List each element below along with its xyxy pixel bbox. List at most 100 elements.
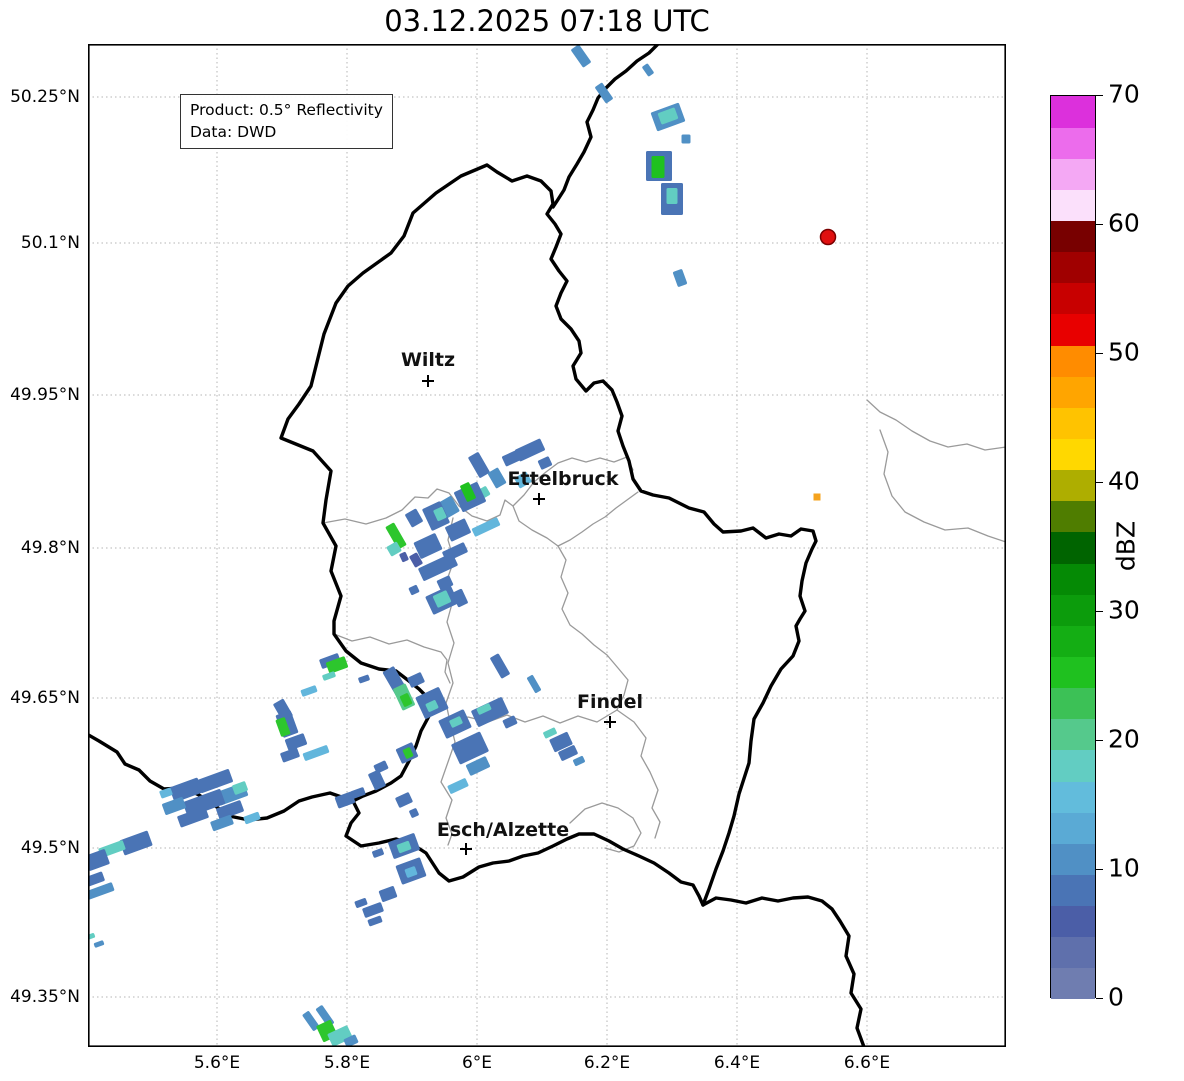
colorbar-segment bbox=[1051, 96, 1095, 128]
colorbar-tick-label: 20 bbox=[1108, 724, 1140, 754]
colorbar-tick-label: 60 bbox=[1108, 208, 1140, 238]
colorbar-segment bbox=[1051, 158, 1095, 190]
lat-tick-label: 49.65°N bbox=[10, 688, 80, 708]
city-label: Ettelbruck bbox=[508, 468, 619, 490]
radar-echo-cell bbox=[651, 156, 665, 178]
france-germany-border bbox=[701, 895, 866, 1047]
colorbar-tick-label: 40 bbox=[1108, 466, 1140, 496]
colorbar-tick-mark bbox=[1096, 95, 1103, 96]
colorbar-segment bbox=[1051, 967, 1095, 1000]
product-line: Product: 0.5° Reflectivity bbox=[190, 101, 383, 119]
colorbar-segment bbox=[1051, 563, 1095, 595]
colorbar-segment bbox=[1051, 189, 1095, 222]
radar-echo-cell bbox=[468, 452, 490, 478]
page-title: 03.12.2025 07:18 UTC bbox=[384, 4, 710, 38]
colorbar-tick-mark bbox=[1096, 353, 1103, 354]
radar-echo-cell bbox=[681, 134, 691, 144]
radar-echo-cell bbox=[399, 551, 409, 563]
city-cross-marker bbox=[460, 843, 472, 855]
city-label: Findel bbox=[577, 691, 643, 713]
radar-echo-cell bbox=[571, 44, 591, 68]
colorbar-segment bbox=[1051, 874, 1095, 907]
radar-echo-cell bbox=[378, 886, 398, 902]
graticule-layer bbox=[88, 44, 1006, 1047]
radar-echo-cell bbox=[490, 653, 510, 679]
lat-tick-label: 50.25°N bbox=[10, 87, 80, 107]
lon-tick-label: 6.6°E bbox=[843, 1053, 891, 1073]
colorbar-tick-mark bbox=[1096, 611, 1103, 612]
colorbar-tick-mark bbox=[1096, 740, 1103, 741]
colorbar-segment bbox=[1051, 656, 1095, 689]
colorbar-segment bbox=[1051, 812, 1095, 844]
colorbar-segment bbox=[1051, 220, 1095, 253]
lon-tick-label: 5.6°E bbox=[193, 1053, 241, 1073]
colorbar-tick-mark bbox=[1096, 998, 1103, 999]
radar-echo-cell bbox=[358, 674, 370, 684]
map-frame-border bbox=[88, 44, 1006, 1047]
belgium-germany-border bbox=[551, 44, 660, 209]
radar-echo-cell bbox=[354, 898, 368, 908]
colorbar bbox=[1050, 95, 1096, 1000]
colorbar-segment bbox=[1051, 127, 1095, 159]
colorbar-tick-label: 50 bbox=[1108, 337, 1140, 367]
radar-echo-cell bbox=[407, 672, 425, 688]
colorbar-tick-mark bbox=[1096, 482, 1103, 483]
data-source-line: Data: DWD bbox=[190, 123, 277, 142]
radar-echo-cell bbox=[672, 269, 688, 287]
colorbar-segment bbox=[1051, 282, 1095, 315]
radar-echo-cell bbox=[405, 508, 423, 528]
map-canvas: Wiltz Ettelbruck Findel Esch/Alzette bbox=[88, 44, 1006, 1047]
radar-echo-cell bbox=[302, 745, 330, 761]
radar-echo-cell bbox=[642, 63, 654, 77]
colorbar-tick-label: 10 bbox=[1108, 853, 1140, 883]
colorbar-segment bbox=[1051, 718, 1095, 751]
radar-echo-cell bbox=[573, 755, 585, 767]
colorbar-unit-label: dBZ bbox=[1111, 520, 1141, 572]
colorbar-segment bbox=[1051, 594, 1095, 626]
lat-tick-label: 49.5°N bbox=[20, 838, 80, 858]
regional-border-lines bbox=[322, 399, 1006, 853]
colorbar-tick-label: 0 bbox=[1108, 982, 1124, 1012]
radar-echo-cell bbox=[666, 188, 678, 204]
radar-echo-cell bbox=[527, 675, 541, 693]
colorbar-tick-label: 30 bbox=[1108, 595, 1140, 625]
city-cross-marker bbox=[422, 375, 434, 387]
radar-echo-cell bbox=[408, 584, 420, 596]
colorbar-tick-mark bbox=[1096, 869, 1103, 870]
lat-tick-label: 49.95°N bbox=[10, 385, 80, 405]
colorbar-segment bbox=[1051, 313, 1095, 346]
radar-echo-cell bbox=[372, 848, 384, 858]
colorbar-segment bbox=[1051, 936, 1095, 969]
radar-echo-cell bbox=[502, 715, 518, 729]
map-area: Wiltz Ettelbruck Findel Esch/Alzette Produc… bbox=[88, 44, 1006, 1047]
lon-tick-label: 6.2°E bbox=[583, 1053, 631, 1073]
lon-tick-label: 5.8°E bbox=[323, 1053, 371, 1073]
colorbar-segment bbox=[1051, 905, 1095, 938]
station-dot-marker bbox=[819, 228, 837, 246]
radar-echo-cell bbox=[447, 778, 469, 794]
country-border-layer bbox=[88, 44, 1006, 1047]
radar-map-page: 03.12.2025 07:18 UTC Wiltz Ettelbruck Fi… bbox=[0, 0, 1184, 1081]
city-cross-marker bbox=[604, 716, 616, 728]
radar-echo-cell bbox=[395, 792, 413, 808]
lat-tick-label: 50.1°N bbox=[20, 233, 80, 253]
radar-echo-cell bbox=[367, 915, 383, 927]
city-label: Esch/Alzette bbox=[437, 819, 569, 841]
radar-echo-cell bbox=[88, 871, 105, 887]
radar-echo-cell bbox=[300, 685, 318, 697]
colorbar-segment bbox=[1051, 531, 1095, 564]
radar-echo-cell bbox=[487, 467, 507, 489]
radar-echo-cell bbox=[93, 940, 105, 948]
city-cross-marker bbox=[533, 493, 545, 505]
product-info-box: Product: 0.5° Reflectivity Data: DWD bbox=[180, 94, 393, 149]
colorbar-segment bbox=[1051, 843, 1095, 875]
colorbar-segment bbox=[1051, 781, 1095, 813]
radar-echo-cell bbox=[322, 671, 336, 681]
radar-echo-cell bbox=[119, 830, 153, 856]
radar-echo-cell bbox=[243, 811, 261, 825]
colorbar-tick-label: 70 bbox=[1108, 79, 1140, 109]
lon-tick-label: 6°E bbox=[461, 1053, 493, 1073]
lat-tick-label: 49.35°N bbox=[10, 987, 80, 1007]
colorbar-segment bbox=[1051, 407, 1095, 439]
radar-echo-cell bbox=[409, 808, 419, 818]
